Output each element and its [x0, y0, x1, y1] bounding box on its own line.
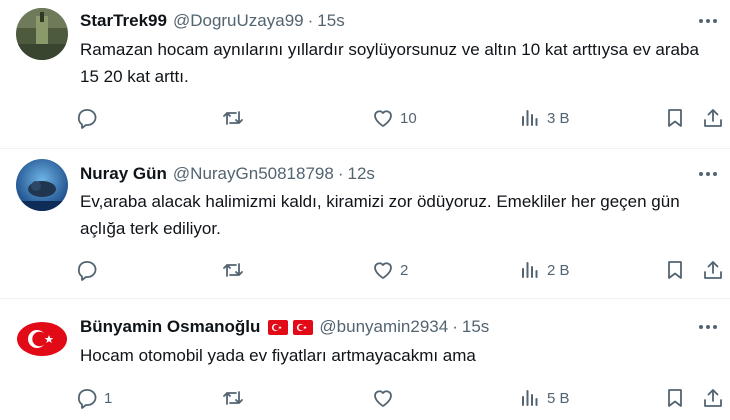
avatar-image: [16, 8, 68, 60]
heart-icon: [374, 110, 392, 127]
separator-dot: ·: [307, 11, 314, 30]
views-button[interactable]: 5 B: [518, 386, 570, 410]
bookmark-icon: [668, 261, 682, 279]
bookmark-button[interactable]: [663, 258, 687, 282]
display-name[interactable]: Nuray Gün: [80, 163, 167, 185]
retweet-icon: [223, 111, 243, 125]
tweet-actions: 10 3 B: [75, 106, 725, 130]
retweet-icon: [223, 391, 243, 405]
retweet-button[interactable]: [221, 258, 250, 282]
user-handle[interactable]: @DogruUzaya99: [173, 10, 304, 32]
tweet-actions: 2 2 B: [75, 258, 725, 282]
like-count: 10: [400, 109, 417, 127]
like-button[interactable]: 2: [371, 258, 408, 282]
tweet-text: Ev,araba alacak halimizmi kaldı, kiramiz…: [80, 192, 680, 238]
avatar[interactable]: [16, 313, 68, 365]
more-button[interactable]: [696, 11, 720, 31]
avatar[interactable]: [16, 159, 68, 211]
more-horizontal-icon: [699, 19, 717, 23]
retweet-button[interactable]: [221, 386, 250, 410]
user-handle[interactable]: @NurayGn50818798: [173, 163, 334, 185]
reply-button[interactable]: 1: [75, 386, 112, 410]
reply-button[interactable]: [75, 106, 104, 130]
reply-button[interactable]: [75, 258, 104, 282]
reply-icon: [77, 109, 97, 129]
turkey-flag-icon: [268, 319, 289, 335]
view-count: 3 B: [547, 109, 570, 127]
tweet-actions: 1 5 B: [75, 386, 725, 410]
share-button[interactable]: [701, 258, 725, 282]
bookmark-icon: [668, 389, 682, 407]
views-button[interactable]: 2 B: [518, 258, 570, 282]
reply-icon: [77, 389, 97, 409]
like-button[interactable]: [371, 386, 400, 410]
avatar[interactable]: [16, 8, 68, 60]
heart-icon: [374, 390, 392, 407]
view-count: 2 B: [547, 261, 570, 279]
retweet-icon: [223, 263, 243, 277]
bar-chart-icon: [522, 110, 538, 126]
reply-icon: [77, 261, 97, 281]
timestamp[interactable]: 15s: [317, 10, 344, 32]
tweet[interactable]: Nuray Gün @NurayGn50818798 · 12s Ev,arab…: [0, 149, 730, 297]
avatar-image: [16, 313, 68, 365]
tweet[interactable]: Bünyamin Osmanoğlu @bunyamin2934 · 15s H…: [0, 299, 730, 420]
bookmark-icon: [668, 109, 682, 127]
bar-chart-icon: [522, 262, 538, 278]
share-button[interactable]: [701, 106, 725, 130]
user-handle[interactable]: @bunyamin2934: [319, 316, 448, 338]
separator-dot: ·: [452, 317, 458, 336]
tweet-text: Ramazan hocam aynılarını yıllardır soylü…: [80, 40, 699, 86]
views-button[interactable]: 3 B: [518, 106, 570, 130]
turkey-flag-icon: [293, 319, 314, 335]
tweet[interactable]: StarTrek99 @DogruUzaya99 · 15s Ramazan h…: [0, 0, 730, 148]
avatar-image: [16, 159, 68, 211]
more-button[interactable]: [696, 317, 720, 337]
share-button[interactable]: [701, 386, 725, 410]
tweet-text: Hocam otomobil yada ev fiyatları artmaya…: [80, 346, 476, 365]
timestamp[interactable]: 12s: [348, 163, 375, 185]
display-name[interactable]: Bünyamin Osmanoğlu: [80, 316, 260, 338]
share-icon: [704, 261, 722, 279]
more-horizontal-icon: [699, 172, 717, 176]
more-horizontal-icon: [699, 325, 717, 329]
bookmark-button[interactable]: [663, 386, 687, 410]
display-name[interactable]: StarTrek99: [80, 10, 167, 32]
more-button[interactable]: [696, 164, 720, 184]
timestamp[interactable]: 15s: [462, 316, 489, 338]
heart-icon: [374, 262, 392, 279]
separator-dot: ·: [337, 164, 344, 183]
reply-count: 1: [104, 389, 113, 407]
like-button[interactable]: 10: [371, 106, 417, 130]
retweet-button[interactable]: [221, 106, 250, 130]
bookmark-button[interactable]: [663, 106, 687, 130]
bar-chart-icon: [522, 390, 538, 406]
share-icon: [704, 109, 722, 127]
view-count: 5 B: [547, 389, 570, 407]
like-count: 2: [400, 261, 409, 279]
share-icon: [704, 389, 722, 407]
